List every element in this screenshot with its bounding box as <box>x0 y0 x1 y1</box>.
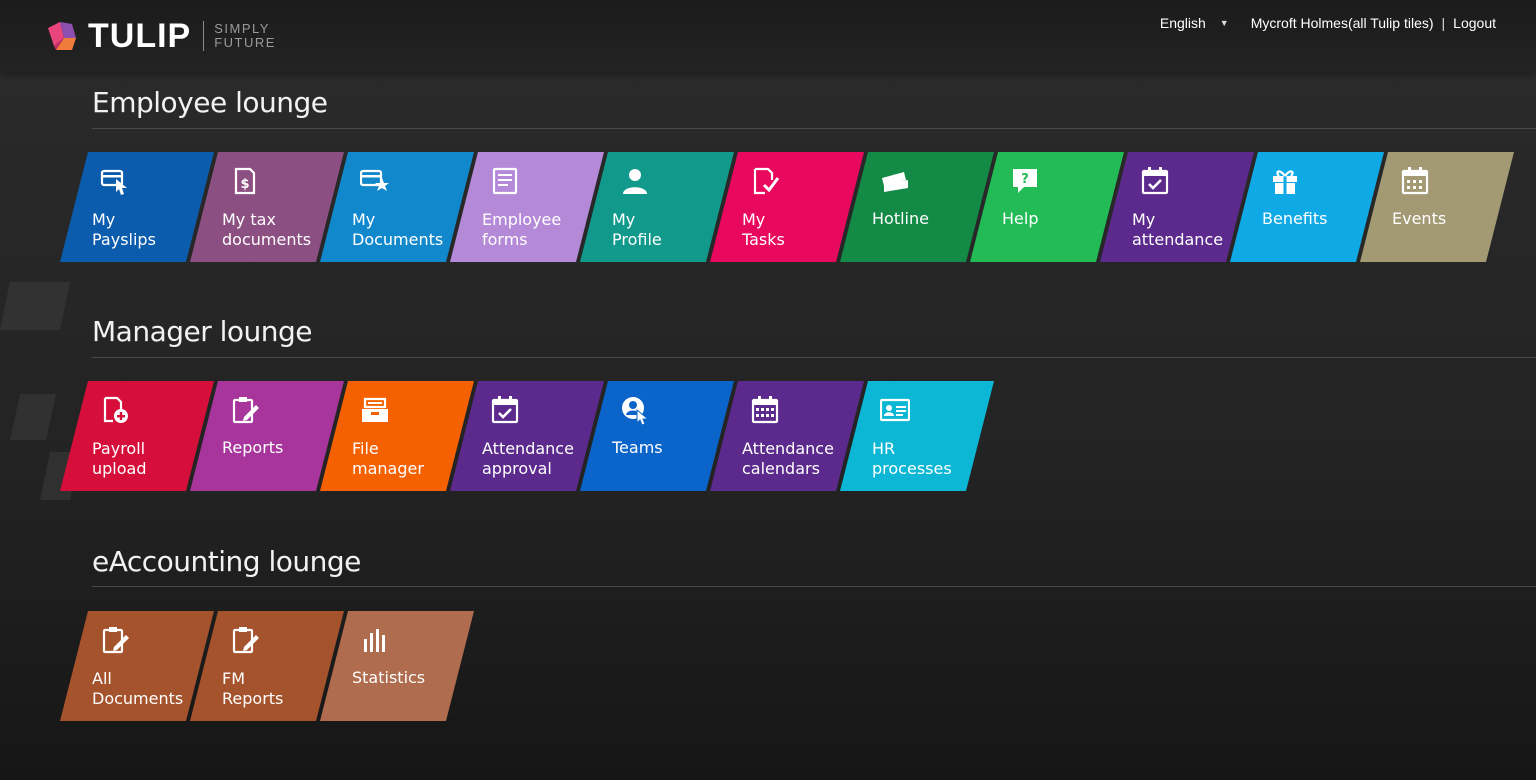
tile-my-attendance[interactable]: My attendance <box>1100 152 1254 262</box>
tile-hotline[interactable]: Hotline <box>840 152 994 262</box>
language-label: English <box>1159 15 1206 31</box>
top-navigation: English ▼ Mycroft Holmes(all Tulip tiles… <box>1160 15 1496 31</box>
help-bubble-icon: ? <box>1013 169 1037 193</box>
tile-label: My Tasks <box>742 210 785 249</box>
tile-file-manager[interactable]: File manager <box>320 381 474 491</box>
calendar-check-icon <box>1141 167 1169 195</box>
tile-events[interactable]: Events <box>1360 152 1514 262</box>
tagline-line-1: SIMPLY <box>214 21 270 36</box>
caret-down-icon: ▼ <box>1219 18 1229 28</box>
tile-reports[interactable]: Reports <box>190 381 344 491</box>
page: TULIP SIMPLY FUTURE English ▼ Mycroft Ho… <box>0 0 1536 780</box>
section-manager-lounge: Manager lounge <box>92 315 1536 358</box>
id-card-icon <box>880 398 910 422</box>
tile-label: All Documents <box>92 669 184 708</box>
bar-chart-icon <box>364 629 385 652</box>
tile-label: Hotline <box>872 209 929 228</box>
tiles-manager-lounge: Payroll upload Reports File manager Attenda… <box>60 381 994 491</box>
calendar-check-icon <box>491 396 519 424</box>
calendar-icon <box>1401 167 1429 195</box>
section-title: eAccounting lounge <box>92 545 361 578</box>
document-star-icon <box>360 169 389 191</box>
tile-label: Employee forms <box>482 210 562 249</box>
calendar-grid-icon <box>751 396 779 424</box>
tiles-eaccounting-lounge: All Documents FM Reports Statistics <box>60 611 474 721</box>
brand-tagline: SIMPLY FUTURE <box>214 22 276 50</box>
logout-link[interactable]: Logout <box>1453 15 1496 31</box>
user-name[interactable]: Mycroft Holmes(all Tulip tiles) <box>1251 15 1434 31</box>
tile-my-documents[interactable]: My Documents <box>320 152 474 262</box>
tagline-line-2: FUTURE <box>214 35 276 50</box>
section-divider <box>92 586 1536 587</box>
tile-label: My Profile <box>612 210 662 249</box>
clipboard-edit-icon <box>232 627 259 654</box>
section-title: Manager lounge <box>92 315 313 348</box>
tile-my-tasks[interactable]: My Tasks <box>710 152 864 262</box>
team-pointer-icon <box>622 397 650 425</box>
tile-label: File manager <box>352 439 424 478</box>
tile-payroll-upload[interactable]: Payroll upload <box>60 381 214 491</box>
tile-label: Reports <box>222 438 284 457</box>
tile-help[interactable]: ? Help <box>970 152 1124 262</box>
section-employee-lounge: Employee lounge <box>92 86 1536 129</box>
tile-label: Events <box>1392 209 1447 228</box>
language-selector[interactable]: English ▼ <box>1160 15 1251 31</box>
tile-hr-processes[interactable]: HR processes <box>840 381 994 491</box>
payslip-card-icon <box>100 169 127 195</box>
tile-label: Attendance calendars <box>742 439 834 478</box>
tile-label: My Payslips <box>92 210 156 249</box>
tile-attendance-calendars[interactable]: Attendance calendars <box>710 381 864 491</box>
person-icon <box>623 169 647 194</box>
tile-attendance-approval[interactable]: Attendance approval <box>450 381 604 491</box>
tile-statistics[interactable]: Statistics <box>320 611 474 721</box>
tile-my-profile[interactable]: My Profile <box>580 152 734 262</box>
clipboard-edit-icon <box>232 397 259 424</box>
clipboard-edit-icon <box>102 627 129 654</box>
section-divider <box>92 357 1536 358</box>
tulip-logo-icon <box>48 22 76 50</box>
tile-label: My tax documents <box>222 210 312 249</box>
gift-icon <box>1273 170 1297 194</box>
file-drawer-icon <box>362 397 388 422</box>
section-divider <box>92 128 1536 129</box>
section-title: Employee lounge <box>92 86 328 119</box>
tile-fm-reports[interactable]: FM Reports <box>190 611 344 721</box>
tile-label: My Documents <box>352 210 444 249</box>
svg-text:?: ? <box>1021 172 1029 187</box>
top-bar: TULIP SIMPLY FUTURE English ▼ Mycroft Ho… <box>0 0 1536 72</box>
tile-label: Benefits <box>1262 209 1328 228</box>
tile-label: HR processes <box>872 439 952 478</box>
tile-teams[interactable]: Teams <box>580 381 734 491</box>
tile-label: Statistics <box>352 668 426 687</box>
tiles-employee-lounge: My Payslips $ My tax documents My Documents… <box>60 152 1514 262</box>
tile-label: Help <box>1002 209 1039 228</box>
brand-logo[interactable]: TULIP SIMPLY FUTURE <box>46 16 276 55</box>
brand-separator <box>203 21 205 51</box>
tile-label: FM Reports <box>222 669 284 708</box>
svg-text:$: $ <box>240 177 249 192</box>
tile-my-tax-documents[interactable]: $ My tax documents <box>190 152 344 262</box>
tile-benefits[interactable]: Benefits <box>1230 152 1384 262</box>
tile-my-payslips[interactable]: My Payslips <box>60 152 214 262</box>
tile-label: Payroll upload <box>92 439 147 478</box>
ticket-icon <box>882 172 908 192</box>
nav-separator: | <box>1441 15 1446 31</box>
task-check-icon <box>753 167 780 195</box>
tile-employee-forms[interactable]: Employee forms <box>450 152 604 262</box>
tile-label: My attendance <box>1132 210 1224 249</box>
tile-label: Attendance approval <box>482 439 574 478</box>
section-eaccounting-lounge: eAccounting lounge <box>92 545 1536 587</box>
form-icon <box>492 167 518 195</box>
tile-all-documents[interactable]: All Documents <box>60 611 214 721</box>
tax-document-icon: $ <box>234 167 256 195</box>
tile-label: Teams <box>612 438 663 457</box>
file-add-icon <box>103 396 128 423</box>
brand-name: TULIP <box>88 16 192 55</box>
